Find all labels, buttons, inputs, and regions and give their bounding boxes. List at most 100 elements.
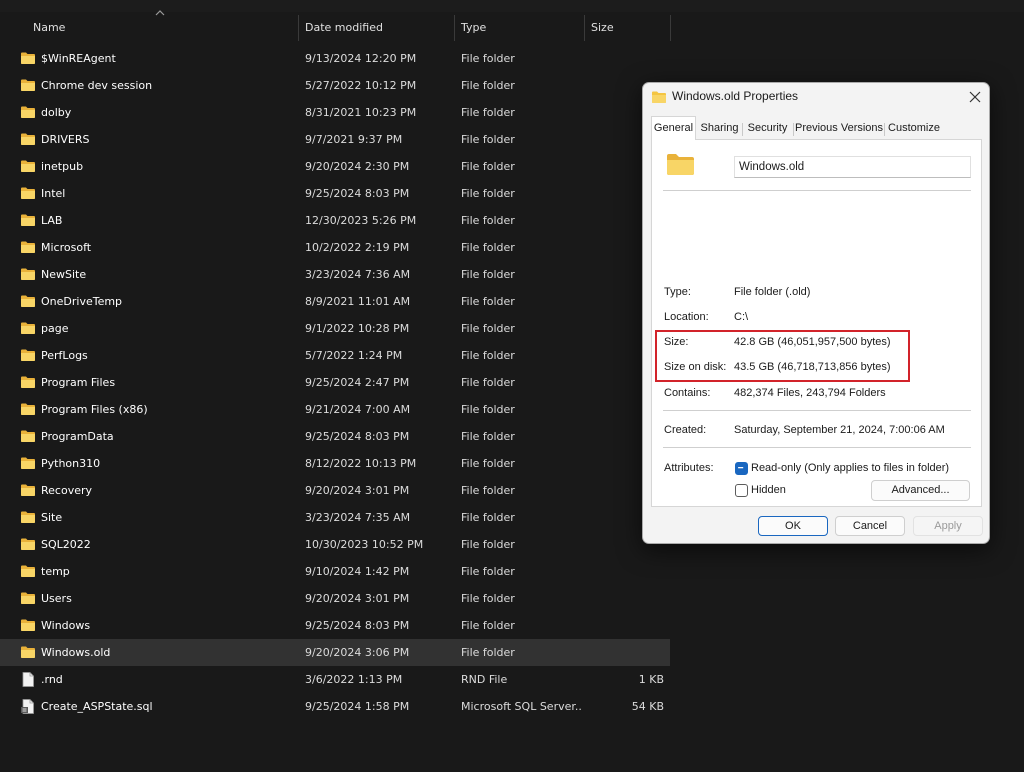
file-name: Program Files <box>41 376 116 389</box>
file-row[interactable]: DRIVERS 9/7/2021 9:37 PM File folder <box>0 126 670 153</box>
created-label: Created: <box>664 424 707 436</box>
folder-icon <box>21 511 35 523</box>
file-row[interactable]: OneDriveTemp 8/9/2021 11:01 AM File folder <box>0 288 670 315</box>
file-row[interactable]: Microsoft 10/2/2022 2:19 PM File folder <box>0 234 670 261</box>
file-row[interactable]: Program Files (x86) 9/21/2024 7:00 AM File… <box>0 396 670 423</box>
folder-icon <box>21 403 35 415</box>
file-name: PerfLogs <box>41 349 88 362</box>
date-modified: 10/2/2022 2:19 PM <box>305 241 410 254</box>
attributes-label: Attributes: <box>664 462 714 474</box>
apply-button[interactable]: Apply <box>913 516 983 536</box>
folder-icon <box>21 295 35 307</box>
file-size <box>590 639 664 666</box>
file-row[interactable]: NewSite 3/23/2024 7:36 AM File folder <box>0 261 670 288</box>
file-name: Chrome dev session <box>41 79 153 92</box>
ok-button[interactable]: OK <box>758 516 828 536</box>
tab-customize[interactable]: Customize <box>886 119 942 139</box>
file-row[interactable]: inetpub 9/20/2024 2:30 PM File folder <box>0 153 670 180</box>
tab-divider <box>884 123 885 136</box>
file-row[interactable]: Recovery 9/20/2024 3:01 PM File folder <box>0 477 670 504</box>
file-type: RND File <box>461 673 508 686</box>
file-row[interactable]: Windows.old 9/20/2024 3:06 PM File folder <box>0 639 670 666</box>
date-modified: 9/7/2021 9:37 PM <box>305 133 403 146</box>
readonly-label[interactable]: Read-only (Only applies to files in fold… <box>751 462 949 474</box>
tab-previous-versions[interactable]: Previous Versions <box>795 119 883 139</box>
date-modified: 9/25/2024 8:03 PM <box>305 619 410 632</box>
column-divider[interactable] <box>298 15 299 41</box>
file-row[interactable]: SQL2022 10/30/2023 10:52 PM File folder <box>0 531 670 558</box>
file-row[interactable]: .rnd 3/6/2022 1:13 PM RND File 1 KB <box>0 666 670 693</box>
file-row[interactable]: Create_ASPState.sql 9/25/2024 1:58 PM Micr… <box>0 693 670 720</box>
close-icon[interactable] <box>965 88 985 106</box>
file-row[interactable]: Intel 9/25/2024 8:03 PM File folder <box>0 180 670 207</box>
file-name: Microsoft <box>41 241 92 254</box>
file-type: File folder <box>461 268 515 281</box>
folder-name-input[interactable]: Windows.old <box>734 156 971 178</box>
file-name: NewSite <box>41 268 87 281</box>
file-type: File folder <box>461 79 515 92</box>
folder-large-icon <box>667 154 694 175</box>
date-modified: 9/20/2024 3:06 PM <box>305 646 410 659</box>
column-header-type[interactable]: Type <box>461 15 486 41</box>
date-modified: 9/25/2024 8:03 PM <box>305 187 410 200</box>
file-row[interactable]: Chrome dev session 5/27/2022 10:12 PM File… <box>0 72 670 99</box>
column-header-name[interactable]: Name <box>33 15 65 41</box>
tab-security[interactable]: Security <box>744 119 791 139</box>
folder-icon <box>21 160 35 172</box>
tab-general[interactable]: General <box>651 116 696 140</box>
date-modified: 8/9/2021 11:01 AM <box>305 295 411 308</box>
file-type: Microsoft SQL Server... <box>461 700 581 713</box>
file-type: File folder <box>461 403 515 416</box>
tab-sharing[interactable]: Sharing <box>699 119 740 139</box>
location-label: Location: <box>664 311 709 323</box>
column-divider[interactable] <box>584 15 585 41</box>
date-modified: 8/12/2022 10:13 PM <box>305 457 417 470</box>
file-name: page <box>41 322 69 335</box>
advanced-button[interactable]: Advanced... <box>871 480 970 501</box>
hidden-label[interactable]: Hidden <box>751 484 786 496</box>
folder-icon <box>21 133 35 145</box>
readonly-checkbox[interactable] <box>735 462 748 475</box>
cancel-button[interactable]: Cancel <box>835 516 905 536</box>
file-row[interactable]: page 9/1/2022 10:28 PM File folder <box>0 315 670 342</box>
file-row[interactable]: Site 3/23/2024 7:35 AM File folder <box>0 504 670 531</box>
column-divider[interactable] <box>670 15 671 41</box>
folder-icon <box>21 322 35 334</box>
file-icon <box>22 672 34 687</box>
size-highlight-box <box>655 330 910 382</box>
file-row[interactable]: LAB 12/30/2023 5:26 PM File folder <box>0 207 670 234</box>
column-divider[interactable] <box>454 15 455 41</box>
file-type: File folder <box>461 457 515 470</box>
file-row[interactable]: Program Files 9/25/2024 2:47 PM File folde… <box>0 369 670 396</box>
file-name: LAB <box>41 214 63 227</box>
divider <box>663 410 971 411</box>
file-name: dolby <box>41 106 72 119</box>
folder-icon <box>21 430 35 442</box>
column-header-size[interactable]: Size <box>591 15 614 41</box>
file-name: Create_ASPState.sql <box>41 700 153 713</box>
file-name: inetpub <box>41 160 84 173</box>
file-row[interactable]: dolby 8/31/2021 10:23 PM File folder <box>0 99 670 126</box>
file-row[interactable]: Python310 8/12/2022 10:13 PM File folder <box>0 450 670 477</box>
file-row[interactable]: temp 9/10/2024 1:42 PM File folder <box>0 558 670 585</box>
file-size <box>590 558 664 585</box>
date-modified: 9/25/2024 1:58 PM <box>305 700 410 713</box>
file-row[interactable]: $WinREAgent 9/13/2024 12:20 PM File folder <box>0 45 670 72</box>
checkmark-icon <box>738 467 744 469</box>
file-row[interactable]: ProgramData 9/25/2024 8:03 PM File folder <box>0 423 670 450</box>
file-list: $WinREAgent 9/13/2024 12:20 PM File folder… <box>0 45 670 720</box>
file-row[interactable]: Windows 9/25/2024 8:03 PM File folder <box>0 612 670 639</box>
date-modified: 9/20/2024 3:01 PM <box>305 592 410 605</box>
hidden-checkbox[interactable] <box>735 484 748 497</box>
file-type: File folder <box>461 322 515 335</box>
file-type: File folder <box>461 133 515 146</box>
file-name: Site <box>41 511 63 524</box>
file-size <box>590 585 664 612</box>
file-row[interactable]: PerfLogs 5/7/2022 1:24 PM File folder <box>0 342 670 369</box>
date-modified: 9/10/2024 1:42 PM <box>305 565 410 578</box>
column-header-date-modified[interactable]: Date modified <box>305 15 383 41</box>
date-modified: 12/30/2023 5:26 PM <box>305 214 417 227</box>
file-row[interactable]: Users 9/20/2024 3:01 PM File folder <box>0 585 670 612</box>
file-name: .rnd <box>41 673 63 686</box>
created-value: Saturday, September 21, 2024, 7:00:06 AM <box>734 424 945 436</box>
